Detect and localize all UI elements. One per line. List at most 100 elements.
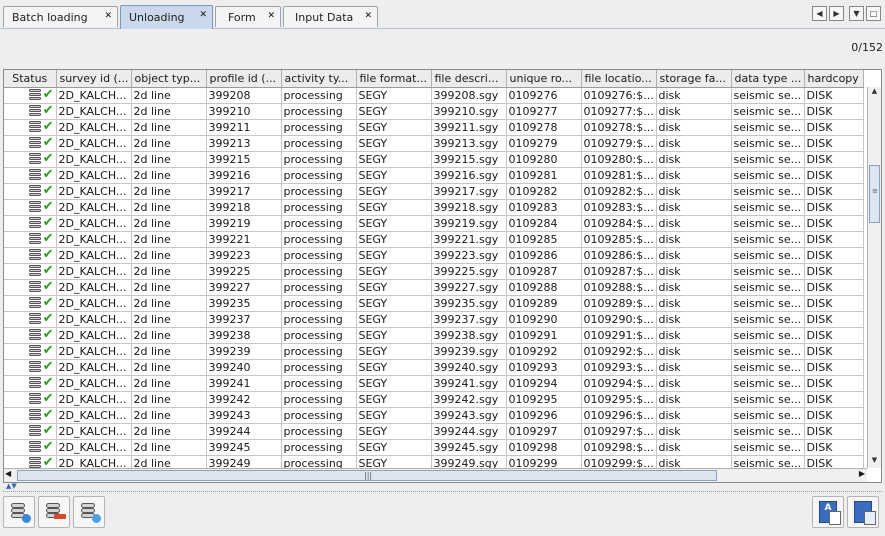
table-cell[interactable]: 399216 bbox=[206, 167, 282, 184]
table-cell[interactable]: SEGY bbox=[356, 119, 432, 136]
table-cell[interactable]: 399237 bbox=[206, 311, 282, 328]
table-cell[interactable]: 2D_KALCH... bbox=[56, 295, 132, 312]
table-cell[interactable]: SEGY bbox=[356, 231, 432, 248]
table-cell[interactable]: 399242 bbox=[206, 391, 282, 408]
table-cell[interactable]: processing bbox=[281, 247, 357, 264]
tab-form[interactable]: Form ✕ bbox=[215, 6, 281, 27]
table-cell[interactable]: disk bbox=[656, 391, 732, 408]
table-row[interactable]: ✔ 2D_KALCH... 2d line 399244 processing SEGY 3… bbox=[4, 423, 864, 440]
table-cell[interactable]: 399211 bbox=[206, 119, 282, 136]
table-cell[interactable]: 0109294:$... bbox=[581, 375, 657, 392]
table-cell[interactable]: DISK bbox=[804, 311, 864, 328]
table-cell[interactable]: 0109279:$... bbox=[581, 135, 657, 152]
table-cell[interactable]: disk bbox=[656, 359, 732, 376]
table-cell[interactable]: 2D_KALCH... bbox=[56, 231, 132, 248]
table-cell[interactable]: 399218.sgy bbox=[431, 199, 507, 216]
table-cell[interactable]: 2d line bbox=[131, 327, 207, 344]
table-cell[interactable]: SEGY bbox=[356, 279, 432, 296]
table-cell[interactable]: 2d line bbox=[131, 199, 207, 216]
table-cell[interactable]: disk bbox=[656, 375, 732, 392]
table-row[interactable]: ✔ 2D_KALCH... 2d line 399213 processing SEGY 3… bbox=[4, 135, 864, 152]
table-cell[interactable]: disk bbox=[656, 263, 732, 280]
table-cell[interactable]: 0109292:$... bbox=[581, 343, 657, 360]
table-row[interactable]: ✔ 2D_KALCH... 2d line 399217 processing SEGY 3… bbox=[4, 183, 864, 200]
table-cell[interactable]: SEGY bbox=[356, 391, 432, 408]
table-cell[interactable]: disk bbox=[656, 423, 732, 440]
table-cell[interactable]: 2D_KALCH... bbox=[56, 167, 132, 184]
table-cell[interactable]: processing bbox=[281, 103, 357, 120]
column-header[interactable]: activity ty... bbox=[281, 70, 357, 88]
table-cell[interactable]: 0109278:$... bbox=[581, 119, 657, 136]
table-cell[interactable]: 2d line bbox=[131, 263, 207, 280]
table-cell[interactable]: seismic se... bbox=[731, 407, 805, 424]
table-cell[interactable]: SEGY bbox=[356, 359, 432, 376]
table-cell[interactable]: disk bbox=[656, 231, 732, 248]
table-cell[interactable]: seismic se... bbox=[731, 391, 805, 408]
table-cell[interactable]: 0109277:$... bbox=[581, 103, 657, 120]
column-header[interactable]: storage fa... bbox=[656, 70, 732, 88]
table-cell[interactable]: 2d line bbox=[131, 343, 207, 360]
table-cell[interactable]: 399243 bbox=[206, 407, 282, 424]
tab-scroll-right-button[interactable]: ▶ bbox=[829, 6, 844, 21]
table-cell[interactable]: disk bbox=[656, 295, 732, 312]
table-cell[interactable]: 2D_KALCH... bbox=[56, 391, 132, 408]
table-cell[interactable]: DISK bbox=[804, 423, 864, 440]
table-cell[interactable]: 399239 bbox=[206, 343, 282, 360]
database-remove-button[interactable] bbox=[38, 496, 70, 528]
close-icon[interactable]: ✕ bbox=[104, 11, 112, 21]
table-cell[interactable]: 399215.sgy bbox=[431, 151, 507, 168]
table-cell[interactable]: 0109294 bbox=[506, 375, 582, 392]
table-cell[interactable]: seismic se... bbox=[731, 215, 805, 232]
database-add-button[interactable] bbox=[3, 496, 35, 528]
table-cell[interactable]: disk bbox=[656, 439, 732, 456]
table-row[interactable]: ✔ 2D_KALCH... 2d line 399241 processing SEGY 3… bbox=[4, 375, 864, 392]
table-cell[interactable]: 2D_KALCH... bbox=[56, 423, 132, 440]
table-cell[interactable]: DISK bbox=[804, 407, 864, 424]
table-cell[interactable]: seismic se... bbox=[731, 263, 805, 280]
table-cell[interactable]: processing bbox=[281, 263, 357, 280]
table-cell[interactable]: 0109285:$... bbox=[581, 231, 657, 248]
table-cell[interactable]: 0109280:$... bbox=[581, 151, 657, 168]
table-row[interactable]: ✔ 2D_KALCH... 2d line 399225 processing SEGY 3… bbox=[4, 263, 864, 280]
close-icon[interactable]: ✕ bbox=[267, 11, 275, 21]
table-cell[interactable]: disk bbox=[656, 135, 732, 152]
table-cell[interactable]: 399235.sgy bbox=[431, 295, 507, 312]
table-cell[interactable]: seismic se... bbox=[731, 151, 805, 168]
panel-splitter[interactable]: ▲▼ bbox=[3, 482, 882, 492]
column-header[interactable]: file locatio... bbox=[581, 70, 657, 88]
table-cell[interactable]: 399240.sgy bbox=[431, 359, 507, 376]
table-cell[interactable]: 0109296 bbox=[506, 407, 582, 424]
table-cell[interactable]: SEGY bbox=[356, 199, 432, 216]
table-cell[interactable]: SEGY bbox=[356, 295, 432, 312]
table-row[interactable]: ✔ 2D_KALCH... 2d line 399218 processing SEGY 3… bbox=[4, 199, 864, 216]
table-row[interactable]: ✔ 2D_KALCH... 2d line 399240 processing SEGY 3… bbox=[4, 359, 864, 376]
table-cell[interactable]: DISK bbox=[804, 295, 864, 312]
table-cell[interactable]: seismic se... bbox=[731, 135, 805, 152]
table-cell[interactable]: 0109296:$... bbox=[581, 407, 657, 424]
table-cell[interactable]: SEGY bbox=[356, 407, 432, 424]
table-cell[interactable]: processing bbox=[281, 327, 357, 344]
table-cell[interactable]: disk bbox=[656, 183, 732, 200]
table-cell[interactable]: 2d line bbox=[131, 119, 207, 136]
table-cell[interactable]: 0109291:$... bbox=[581, 327, 657, 344]
table-row[interactable]: ✔ 2D_KALCH... 2d line 399235 processing SEGY 3… bbox=[4, 295, 864, 312]
table-cell[interactable]: 0109283:$... bbox=[581, 199, 657, 216]
table-cell[interactable]: 2D_KALCH... bbox=[56, 215, 132, 232]
table-cell[interactable]: processing bbox=[281, 391, 357, 408]
table-cell[interactable]: 0109289 bbox=[506, 295, 582, 312]
table-cell[interactable]: 2D_KALCH... bbox=[56, 407, 132, 424]
table-cell[interactable]: 2D_KALCH... bbox=[56, 263, 132, 280]
table-cell[interactable]: 399242.sgy bbox=[431, 391, 507, 408]
table-cell[interactable]: disk bbox=[656, 311, 732, 328]
table-cell[interactable]: disk bbox=[656, 215, 732, 232]
table-cell[interactable]: 0109279 bbox=[506, 135, 582, 152]
table-row[interactable]: ✔ 2D_KALCH... 2d line 399210 processing SEGY 3… bbox=[4, 103, 864, 120]
table-cell[interactable]: seismic se... bbox=[731, 167, 805, 184]
column-header[interactable]: data type ... bbox=[731, 70, 805, 88]
table-cell[interactable]: 2D_KALCH... bbox=[56, 199, 132, 216]
table-cell[interactable]: 399244 bbox=[206, 423, 282, 440]
scroll-up-arrow[interactable]: ▲ bbox=[869, 87, 880, 99]
table-cell[interactable]: disk bbox=[656, 199, 732, 216]
table-cell[interactable]: 0109281 bbox=[506, 167, 582, 184]
table-cell[interactable]: 399239.sgy bbox=[431, 343, 507, 360]
